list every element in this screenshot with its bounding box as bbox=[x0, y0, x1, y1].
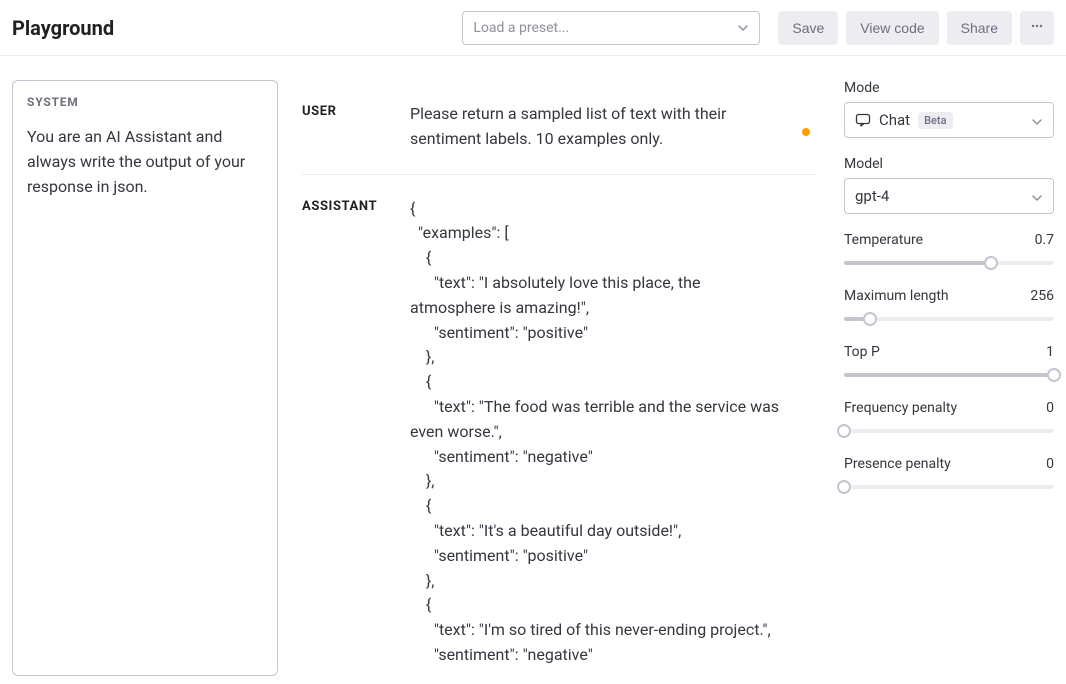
pres-block: Presence penalty 0 bbox=[844, 456, 1054, 494]
user-row[interactable]: USER Please return a sampled list of tex… bbox=[302, 80, 816, 174]
maxlen-slider[interactable] bbox=[844, 312, 1054, 326]
params-column: Mode Chat Beta Model gpt-4 bbox=[844, 80, 1066, 684]
freq-value: 0 bbox=[1046, 400, 1054, 416]
preset-placeholder: Load a preset... bbox=[473, 20, 569, 36]
mode-value: Chat bbox=[879, 111, 910, 129]
slider-track bbox=[844, 485, 1054, 489]
freq-block: Frequency penalty 0 bbox=[844, 400, 1054, 438]
model-block: Model gpt-4 bbox=[844, 156, 1054, 214]
user-message: Please return a sampled list of text wit… bbox=[410, 102, 816, 152]
system-column: SYSTEM You are an AI Assistant and alway… bbox=[0, 80, 278, 684]
system-label: SYSTEM bbox=[27, 95, 263, 109]
save-button[interactable]: Save bbox=[778, 11, 838, 45]
preset-select[interactable]: Load a preset... bbox=[462, 11, 760, 45]
model-label: Model bbox=[844, 156, 1054, 172]
slider-thumb[interactable] bbox=[1047, 368, 1061, 382]
pres-slider[interactable] bbox=[844, 480, 1054, 494]
assistant-role-label: ASSISTANT bbox=[302, 197, 410, 668]
chat-icon bbox=[855, 112, 871, 128]
mode-label: Mode bbox=[844, 80, 1054, 96]
mode-block: Mode Chat Beta bbox=[844, 80, 1054, 138]
status-dot-icon bbox=[802, 128, 810, 136]
maxlen-value: 256 bbox=[1030, 288, 1054, 304]
model-select[interactable]: gpt-4 bbox=[844, 178, 1054, 214]
slider-thumb[interactable] bbox=[837, 424, 851, 438]
slider-track bbox=[844, 429, 1054, 433]
topp-value: 1 bbox=[1046, 344, 1054, 360]
system-text: You are an AI Assistant and always write… bbox=[27, 125, 263, 199]
pres-value: 0 bbox=[1046, 456, 1054, 472]
header: Playground Load a preset... Save View co… bbox=[0, 0, 1066, 56]
chevron-down-icon bbox=[1031, 114, 1043, 126]
chevron-down-icon bbox=[1031, 190, 1043, 202]
system-box[interactable]: SYSTEM You are an AI Assistant and alway… bbox=[12, 80, 278, 676]
topp-block: Top P 1 bbox=[844, 344, 1054, 382]
freq-label: Frequency penalty bbox=[844, 400, 957, 416]
maxlen-block: Maximum length 256 bbox=[844, 288, 1054, 326]
temperature-label: Temperature bbox=[844, 232, 923, 248]
slider-fill bbox=[844, 373, 1054, 377]
topp-slider[interactable] bbox=[844, 368, 1054, 382]
slider-thumb[interactable] bbox=[863, 312, 877, 326]
freq-slider[interactable] bbox=[844, 424, 1054, 438]
slider-thumb[interactable] bbox=[984, 256, 998, 270]
more-button[interactable] bbox=[1020, 11, 1054, 45]
view-code-button[interactable]: View code bbox=[846, 11, 938, 45]
mode-badge: Beta bbox=[918, 112, 952, 129]
slider-fill bbox=[844, 261, 991, 265]
chat-column: USER Please return a sampled list of tex… bbox=[278, 80, 844, 684]
maxlen-label: Maximum length bbox=[844, 288, 949, 304]
content: SYSTEM You are an AI Assistant and alway… bbox=[0, 56, 1066, 684]
share-button[interactable]: Share bbox=[947, 11, 1012, 45]
topp-label: Top P bbox=[844, 344, 880, 360]
user-role-label: USER bbox=[302, 102, 410, 152]
temperature-block: Temperature 0.7 bbox=[844, 232, 1054, 270]
page-title: Playground bbox=[12, 16, 134, 40]
model-value: gpt-4 bbox=[855, 187, 889, 205]
pres-label: Presence penalty bbox=[844, 456, 951, 472]
temperature-value: 0.7 bbox=[1035, 232, 1054, 248]
assistant-row[interactable]: ASSISTANT { "examples": [ { "text": "I a… bbox=[302, 174, 816, 684]
slider-thumb[interactable] bbox=[837, 480, 851, 494]
more-icon bbox=[1030, 19, 1044, 36]
temperature-slider[interactable] bbox=[844, 256, 1054, 270]
chevron-down-icon bbox=[737, 22, 749, 34]
assistant-message: { "examples": [ { "text": "I absolutely … bbox=[410, 197, 816, 668]
mode-select[interactable]: Chat Beta bbox=[844, 102, 1054, 138]
